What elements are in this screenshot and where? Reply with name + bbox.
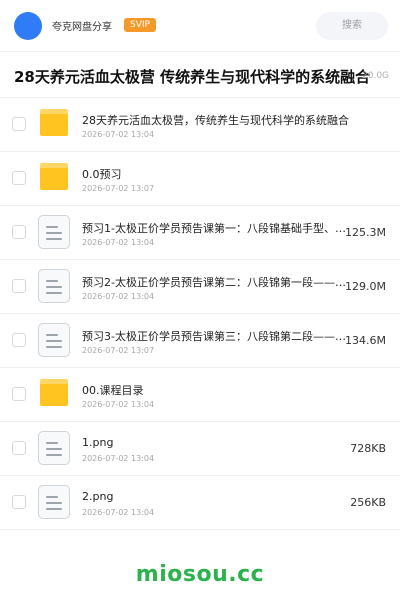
- folder-row[interactable]: 28天养元活血太极营，传统养生与现代科学的系统融合 2026-07-02 13:0…: [0, 98, 400, 152]
- select-checkbox[interactable]: [12, 333, 26, 347]
- select-checkbox[interactable]: [12, 117, 26, 131]
- file-size: 256KB: [350, 496, 386, 509]
- file-date: 2026-07-02 13:04: [82, 454, 155, 463]
- svip-badge[interactable]: SVIP: [124, 18, 156, 32]
- file-row[interactable]: 预习1-太极正价学员预告课第一：八段锦基础手型、步型… 2026-07-02 13…: [0, 206, 400, 260]
- app-name: 夸克网盘分享: [52, 22, 112, 33]
- file-name: 预习1-太极正价学员预告课第一：八段锦基础手型、步型…: [82, 222, 352, 235]
- watermark: miosou.cc: [135, 562, 265, 587]
- document-icon: [38, 431, 70, 465]
- select-checkbox[interactable]: [12, 495, 26, 509]
- select-checkbox[interactable]: [12, 279, 26, 293]
- file-size: 728KB: [350, 442, 386, 455]
- total-size: 20.0G: [362, 71, 390, 81]
- page-title: 28天养元活血太极营 传统养生与现代科学的系统融合: [14, 68, 371, 86]
- folder-icon: [38, 107, 70, 141]
- file-name: 预习2-太极正价学员预告课第二：八段锦第一段——双手…: [82, 276, 352, 289]
- file-size: 134.6M: [345, 334, 386, 347]
- title-bar: 28天养元活血太极营 传统养生与现代科学的系统融合 20.0G: [0, 52, 400, 98]
- file-date: 2026-07-02 13:07: [82, 346, 155, 355]
- select-checkbox[interactable]: [12, 387, 26, 401]
- folder-row[interactable]: 00.课程目录 2026-07-02 13:04: [0, 368, 400, 422]
- file-name: 1.png: [82, 436, 114, 449]
- file-name: 0.0预习: [82, 168, 122, 181]
- folder-icon: [38, 161, 70, 195]
- file-name: 28天养元活血太极营，传统养生与现代科学的系统融合: [82, 114, 349, 127]
- file-date: 2026-07-02 13:04: [82, 130, 155, 139]
- file-date: 2026-07-02 13:04: [82, 400, 155, 409]
- file-row[interactable]: 预习3-太极正价学员预告课第三：八段锦第二段——左右… 2026-07-02 13…: [0, 314, 400, 368]
- file-date: 2026-07-02 13:04: [82, 238, 155, 247]
- header-bar: 夸克网盘分享 SVIP 搜索: [0, 0, 400, 52]
- file-list: 28天养元活血太极营，传统养生与现代科学的系统融合 2026-07-02 13:0…: [0, 98, 400, 530]
- file-row[interactable]: 预习2-太极正价学员预告课第二：八段锦第一段——双手… 2026-07-02 13…: [0, 260, 400, 314]
- file-name: 00.课程目录: [82, 384, 144, 397]
- file-row[interactable]: 2.png 2026-07-02 13:04 256KB: [0, 476, 400, 530]
- document-icon: [38, 323, 70, 357]
- select-checkbox[interactable]: [12, 225, 26, 239]
- search-button[interactable]: 搜索: [316, 12, 388, 40]
- document-icon: [38, 215, 70, 249]
- file-name: 2.png: [82, 490, 114, 503]
- file-size: 129.0M: [345, 280, 386, 293]
- file-row[interactable]: 1.png 2026-07-02 13:04 728KB: [0, 422, 400, 476]
- folder-row[interactable]: 0.0预习 2026-07-02 13:07: [0, 152, 400, 206]
- folder-icon: [38, 377, 70, 411]
- select-checkbox[interactable]: [12, 441, 26, 455]
- file-date: 2026-07-02 13:07: [82, 184, 155, 193]
- file-date: 2026-07-02 13:04: [82, 508, 155, 517]
- file-name: 预习3-太极正价学员预告课第三：八段锦第二段——左右…: [82, 330, 352, 343]
- select-checkbox[interactable]: [12, 171, 26, 185]
- avatar[interactable]: [14, 12, 42, 40]
- file-size: 125.3M: [345, 226, 386, 239]
- document-icon: [38, 485, 70, 519]
- file-date: 2026-07-02 13:04: [82, 292, 155, 301]
- document-icon: [38, 269, 70, 303]
